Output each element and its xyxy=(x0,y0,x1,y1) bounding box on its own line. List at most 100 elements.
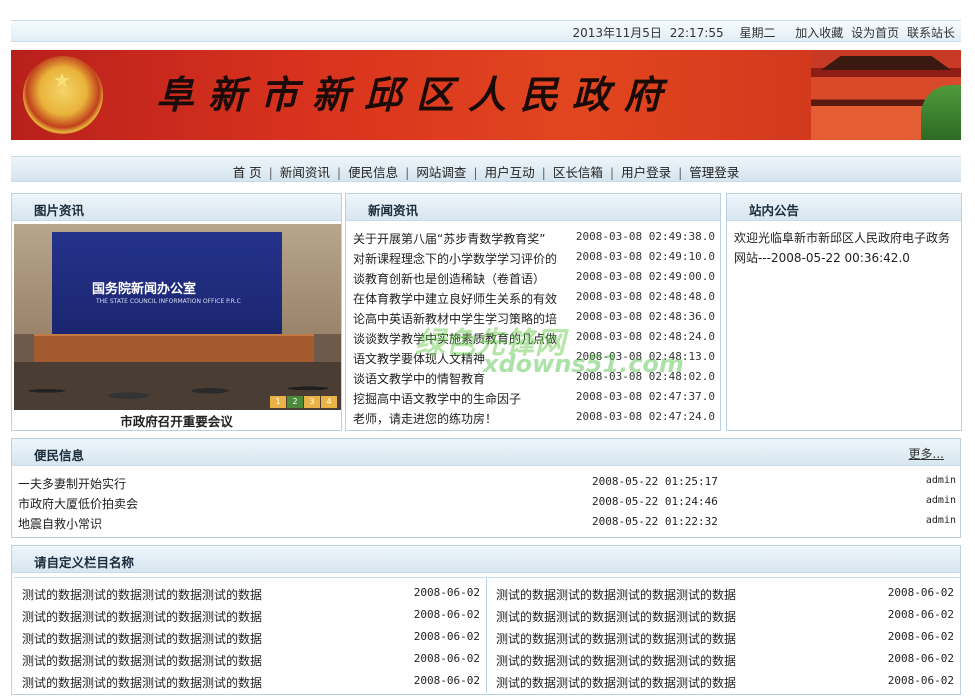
item-title[interactable]: 测试的数据测试的数据测试的数据测试的数据 xyxy=(496,652,736,669)
news-item[interactable]: 谈语文教学中的情智教育 2008-03-08 02:48:02.0 xyxy=(353,370,715,390)
news-item[interactable]: 在体育教学中建立良好师生关系的有效 2008-03-08 02:48:48.0 xyxy=(353,290,715,310)
news-item[interactable]: 谈谈数学教学中实施素质教育的几点做 2008-03-08 02:48:24.0 xyxy=(353,330,715,350)
news-date: 2008-03-08 02:48:48.0 xyxy=(575,290,715,303)
national-emblem-icon xyxy=(23,56,103,134)
news-title[interactable]: 语文教学要体现人文精神 xyxy=(353,350,563,367)
news-title[interactable]: 谈语文教学中的情智教育 xyxy=(353,370,563,387)
nav-separator: | xyxy=(336,165,342,180)
list-item[interactable]: 测试的数据测试的数据测试的数据测试的数据 2008-06-02 xyxy=(496,674,958,694)
list-item[interactable]: 测试的数据测试的数据测试的数据测试的数据 2008-06-02 xyxy=(22,586,484,606)
news-title[interactable]: 谈谈数学教学中实施素质教育的几点做 xyxy=(353,330,563,347)
news-item[interactable]: 关于开展第八届“苏步青数学教育奖” 2008-03-08 02:49:38.0 xyxy=(353,230,715,250)
custom-column-panel: 请自定义栏目名称 测试的数据测试的数据测试的数据测试的数据 2008-06-02 … xyxy=(11,545,961,695)
list-item[interactable]: 测试的数据测试的数据测试的数据测试的数据 2008-06-02 xyxy=(496,652,958,672)
item-date: 2008-06-02 xyxy=(413,674,480,687)
item-title[interactable]: 测试的数据测试的数据测试的数据测试的数据 xyxy=(496,608,736,625)
list-item[interactable]: 测试的数据测试的数据测试的数据测试的数据 2008-06-02 xyxy=(22,674,484,694)
news-item[interactable]: 语文教学要体现人文精神 2008-03-08 02:48:13.0 xyxy=(353,350,715,370)
nav-separator: | xyxy=(405,165,410,180)
list-item[interactable]: 市政府大厦低价拍卖会 2008-05-22 01:24:46 admin xyxy=(18,495,956,515)
item-title[interactable]: 测试的数据测试的数据测试的数据测试的数据 xyxy=(22,586,262,603)
item-date: 2008-06-02 xyxy=(413,652,480,665)
news-item[interactable]: 论高中英语新教材中学生学习策略的培 2008-03-08 02:48:36.0 xyxy=(353,310,715,330)
photo-backdrop: 国务院新闻办公室 THE STATE COUNCIL INFORMATION O… xyxy=(52,232,282,334)
news-title[interactable]: 关于开展第八届“苏步青数学教育奖” xyxy=(353,230,563,247)
top-bar: 2013年11月5日 22:17:55 星期二 加入收藏 设为首页 联系站长 xyxy=(11,20,961,42)
more-link[interactable]: 更多... xyxy=(909,445,944,462)
add-favorite-link[interactable]: 加入收藏 xyxy=(795,26,843,40)
item-author: admin xyxy=(925,495,956,506)
news-title[interactable]: 在体育教学中建立良好师生关系的有效 xyxy=(353,290,563,307)
site-banner: 阜新市新邱区人民政府 xyxy=(11,50,961,140)
news-item[interactable]: 对新课程理念下的小学数学学习评价的 2008-03-08 02:49:10.0 xyxy=(353,250,715,270)
nav-item-home[interactable]: 首 页 xyxy=(233,165,262,180)
list-item[interactable]: 地震自救小常识 2008-05-22 01:22:32 admin xyxy=(18,515,956,535)
nav-item-mailbox[interactable]: 区长信箱 xyxy=(553,165,603,180)
news-item[interactable]: 老师，请走进您的练功房！ 2008-03-08 02:47:24.0 xyxy=(353,410,715,430)
news-item[interactable]: 谈教育创新也是创造稀缺（卷首语） 2008-03-08 02:49:00.0 xyxy=(353,270,715,290)
list-item[interactable]: 测试的数据测试的数据测试的数据测试的数据 2008-06-02 xyxy=(22,608,484,628)
item-author: admin xyxy=(925,475,956,486)
nav-separator: | xyxy=(268,165,273,180)
news-title[interactable]: 对新课程理念下的小学数学学习评价的 xyxy=(353,250,563,267)
item-title[interactable]: 一夫多妻制开始实行 xyxy=(18,475,126,492)
item-date: 2008-06-02 xyxy=(413,630,480,643)
item-date: 2008-06-02 xyxy=(887,586,954,599)
item-date: 2008-06-02 xyxy=(887,630,954,643)
set-homepage-link[interactable]: 设为首页 xyxy=(851,26,899,40)
item-date: 2008-06-02 xyxy=(887,674,954,687)
item-title[interactable]: 测试的数据测试的数据测试的数据测试的数据 xyxy=(22,652,262,669)
item-title[interactable]: 地震自救小常识 xyxy=(18,515,102,532)
list-item[interactable]: 测试的数据测试的数据测试的数据测试的数据 2008-06-02 xyxy=(22,652,484,672)
nav-item-user-login[interactable]: 用户登录 xyxy=(621,165,671,180)
item-date: 2008-05-22 01:25:17 xyxy=(592,475,718,488)
news-photo[interactable]: 国务院新闻办公室 THE STATE COUNCIL INFORMATION O… xyxy=(14,224,341,410)
top-bar-right: 2013年11月5日 22:17:55 星期二 加入收藏 设为首页 联系站长 xyxy=(564,24,955,41)
slide-dot[interactable]: 4 xyxy=(321,396,337,408)
slide-dot[interactable]: 3 xyxy=(304,396,320,408)
photo-caption[interactable]: 市政府召开重要会议 xyxy=(12,411,341,430)
item-title[interactable]: 测试的数据测试的数据测试的数据测试的数据 xyxy=(22,608,262,625)
nav-item-interaction[interactable]: 用户互动 xyxy=(485,165,535,180)
item-title[interactable]: 测试的数据测试的数据测试的数据测试的数据 xyxy=(496,630,736,647)
news-title[interactable]: 谈教育创新也是创造稀缺（卷首语） xyxy=(353,270,563,287)
list-item[interactable]: 一夫多妻制开始实行 2008-05-22 01:25:17 admin xyxy=(18,475,956,495)
item-date: 2008-06-02 xyxy=(887,652,954,665)
nav-item-admin-login[interactable]: 管理登录 xyxy=(689,165,739,180)
list-item[interactable]: 测试的数据测试的数据测试的数据测试的数据 2008-06-02 xyxy=(496,586,958,606)
news-title[interactable]: 论高中英语新教材中学生学习策略的培 xyxy=(353,310,563,327)
list-item[interactable]: 测试的数据测试的数据测试的数据测试的数据 2008-06-02 xyxy=(496,608,958,628)
item-date: 2008-06-02 xyxy=(413,586,480,599)
nav-item-convenience[interactable]: 便民信息 xyxy=(348,165,398,180)
slide-dot[interactable]: 1 xyxy=(270,396,286,408)
panel-title: 新闻资讯 xyxy=(346,194,720,221)
news-title[interactable]: 老师，请走进您的练功房！ xyxy=(353,410,563,427)
panel-title: 请自定义栏目名称 xyxy=(12,546,960,573)
item-author: admin xyxy=(925,515,956,526)
slide-dot[interactable]: 2 xyxy=(287,396,303,408)
news-date: 2008-03-08 02:48:24.0 xyxy=(575,330,715,343)
tiananmen-gate-image xyxy=(811,50,961,140)
list-item[interactable]: 测试的数据测试的数据测试的数据测试的数据 2008-06-02 xyxy=(496,630,958,650)
item-title[interactable]: 市政府大厦低价拍卖会 xyxy=(18,495,138,512)
item-title[interactable]: 测试的数据测试的数据测试的数据测试的数据 xyxy=(496,586,736,603)
item-title[interactable]: 测试的数据测试的数据测试的数据测试的数据 xyxy=(22,674,262,691)
current-date: 2013年11月5日 xyxy=(572,26,662,40)
list-item[interactable]: 测试的数据测试的数据测试的数据测试的数据 2008-06-02 xyxy=(22,630,484,650)
nav-separator: | xyxy=(541,165,546,180)
item-date: 2008-05-22 01:22:32 xyxy=(592,515,718,528)
contact-admin-link[interactable]: 联系站长 xyxy=(907,26,955,40)
news-date: 2008-03-08 02:48:13.0 xyxy=(575,350,715,363)
nav-separator: | xyxy=(473,165,478,180)
item-title[interactable]: 测试的数据测试的数据测试的数据测试的数据 xyxy=(496,674,736,691)
custom-column-left: 测试的数据测试的数据测试的数据测试的数据 2008-06-02 测试的数据测试的数… xyxy=(14,577,487,693)
picture-news-panel: 图片资讯 国务院新闻办公室 THE STATE COUNCIL INFORMAT… xyxy=(11,193,342,431)
item-title[interactable]: 测试的数据测试的数据测试的数据测试的数据 xyxy=(22,630,262,647)
news-title[interactable]: 挖掘高中语文教学中的生命因子 xyxy=(353,390,563,407)
convenience-info-panel: 便民信息 更多... 一夫多妻制开始实行 2008-05-22 01:25:17 ad… xyxy=(11,438,961,538)
news-item[interactable]: 挖掘高中语文教学中的生命因子 2008-03-08 02:47:37.0 xyxy=(353,390,715,410)
panel-title: 图片资讯 xyxy=(12,194,341,221)
photo-board-subtext: THE STATE COUNCIL INFORMATION OFFICE P.R… xyxy=(96,298,241,305)
nav-item-survey[interactable]: 网站调查 xyxy=(416,165,466,180)
nav-item-news[interactable]: 新闻资讯 xyxy=(280,165,330,180)
